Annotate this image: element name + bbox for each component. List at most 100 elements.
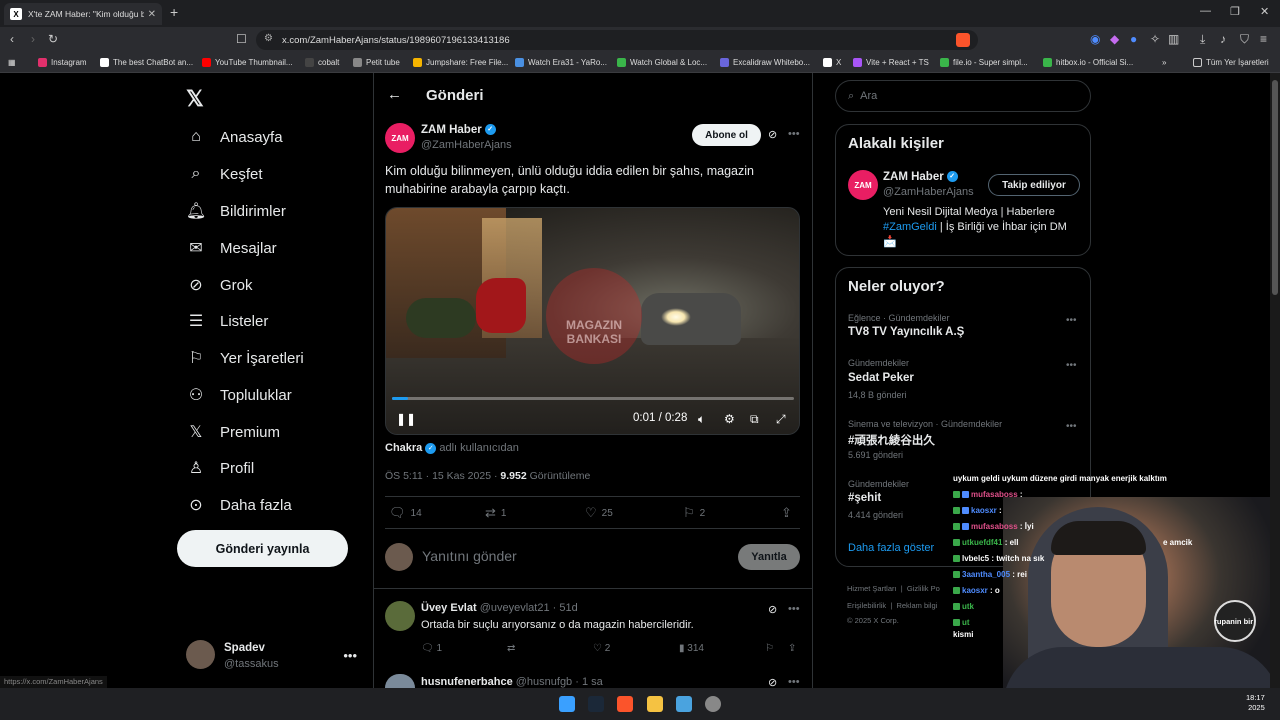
site-settings-icon[interactable]: ⚙ — [264, 33, 273, 44]
footer-link[interactable]: Gizlilik Po — [907, 584, 940, 593]
search-input[interactable]: ⌕ Ara — [835, 80, 1091, 112]
comment-author[interactable]: husnufenerbahce @husnufgb · 1 sa — [421, 676, 603, 688]
post-button[interactable]: Gönderi yayınla — [177, 530, 348, 567]
bookmark-item[interactable]: hitbox.io - Official Si... — [1043, 58, 1133, 67]
trend-title[interactable]: Sedat Peker — [848, 372, 914, 384]
bookmark-item[interactable]: Jumpshare: Free File... — [413, 58, 508, 67]
file-explorer-icon[interactable] — [647, 696, 663, 712]
reply-action[interactable]: 🗨︎ 14 — [389, 505, 422, 521]
nav-item-communities[interactable]: ⚇ Topluluklar — [186, 385, 292, 405]
nav-item-profile[interactable]: ♙ Profil — [186, 458, 254, 478]
all-bookmarks-folder[interactable]: Tüm Yer İşaretleri — [1193, 58, 1269, 67]
tab-close-icon[interactable]: ✕ — [148, 9, 156, 20]
trend-title[interactable]: TV8 TV Yayıncılık A.Ş — [848, 326, 964, 338]
extension-icon[interactable]: ◉ — [1090, 32, 1100, 46]
comment-avatar[interactable] — [385, 601, 415, 631]
bookmark-item[interactable]: The best ChatBot an... — [100, 58, 193, 67]
browser-tab[interactable]: X X'te ZAM Haber: "Kim olduğu bi ✕ — [4, 3, 162, 25]
footer-link[interactable]: Reklam bilgi — [896, 601, 937, 610]
like-action[interactable]: ♡ 2 — [593, 643, 610, 654]
brave-browser-icon[interactable] — [617, 696, 633, 712]
related-avatar[interactable]: ZAM — [848, 170, 878, 200]
footer-link[interactable]: Erişilebilirlik — [847, 601, 886, 610]
footer-link[interactable]: Hizmet Şartları — [847, 584, 897, 593]
repost-action[interactable]: ⇄ 1 — [485, 505, 506, 521]
nav-item-explore[interactable]: ⌕ Keşfet — [186, 164, 263, 184]
views-action[interactable]: ▮ 314 — [679, 643, 704, 654]
bookmark-page-icon[interactable]: ☐ — [236, 32, 247, 46]
more-dots-icon[interactable]: ••• — [788, 603, 800, 615]
bookmark-action[interactable]: ⚐ — [765, 643, 774, 654]
author-name[interactable]: ZAM Haber ✓ — [421, 124, 496, 136]
grok-icon[interactable]: ⊘ — [768, 128, 777, 141]
volume-icon[interactable]: 🔈︎ — [698, 412, 705, 427]
extensions-puzzle-icon[interactable]: ✧ — [1150, 32, 1160, 46]
apps-grid-icon[interactable]: ▦ — [8, 58, 16, 67]
like-action[interactable]: ♡ 25 — [585, 505, 613, 521]
more-dots-icon[interactable]: ••• — [343, 648, 357, 663]
address-bar[interactable]: ⚙ x.com/ZamHaberAjans/status/19896071961… — [256, 30, 978, 50]
nav-item-home[interactable]: ⌂ Anasayfa — [186, 127, 282, 147]
reply-action[interactable]: 🗨︎ 1 — [421, 643, 442, 654]
bookmark-action[interactable]: ⚐ 2 — [683, 505, 705, 521]
maximize-icon[interactable]: ❐ — [1230, 5, 1240, 18]
bookmark-item[interactable]: X — [823, 58, 841, 67]
reload-icon[interactable]: ↻ — [48, 32, 58, 46]
post-timestamp[interactable]: ÖS 5:11 · 15 Kas 2025 · — [385, 470, 497, 482]
bookmark-item[interactable]: Excalidraw Whitebo... — [720, 58, 810, 67]
more-dots-icon[interactable]: ••• — [788, 128, 800, 140]
video-progress-bar[interactable] — [392, 397, 794, 400]
obs-icon[interactable] — [705, 696, 721, 712]
window-close-icon[interactable]: ✕ — [1260, 5, 1269, 18]
nav-item-bookmarks[interactable]: ⚐ Yer İşaretleri — [186, 348, 304, 368]
app-icon[interactable] — [676, 696, 692, 712]
bio-hashtag[interactable]: #ZamGeldi — [883, 221, 937, 233]
grok-icon[interactable]: ⊘ — [768, 603, 777, 616]
reply-input[interactable]: Yanıtını gönder — [422, 548, 517, 564]
trend-title[interactable]: #şehit — [848, 492, 881, 504]
bookmark-item[interactable]: Watch Global & Loc... — [617, 58, 707, 67]
bookmark-item[interactable]: Petit tube — [353, 58, 400, 67]
account-switcher[interactable]: Spadev @tassakus ••• — [186, 640, 361, 674]
nav-item-grok[interactable]: ⊘ Grok — [186, 275, 252, 295]
x-logo-icon[interactable]: 𝕏 — [186, 86, 204, 112]
sidebar-toggle-icon[interactable]: ▥ — [1168, 32, 1179, 46]
minimize-icon[interactable]: — — [1200, 5, 1211, 17]
repost-action[interactable]: ⇄ — [507, 643, 515, 654]
source-user[interactable]: Chakra — [385, 442, 422, 454]
fullscreen-icon[interactable]: ⤢ — [776, 412, 786, 427]
new-tab-icon[interactable]: + — [170, 4, 178, 20]
share-action[interactable]: ⇪ — [781, 505, 797, 521]
trend-title[interactable]: #頑張れ綾谷出久 — [848, 432, 935, 448]
author-avatar[interactable]: ZAM — [385, 123, 415, 153]
related-handle[interactable]: @ZamHaberAjans — [883, 186, 974, 198]
related-name[interactable]: ZAM Haber ✓ — [883, 171, 958, 183]
media-icon[interactable]: ♪ — [1220, 32, 1226, 46]
extension-icon[interactable]: ● — [1130, 32, 1137, 46]
forward-icon[interactable]: › — [31, 32, 35, 46]
more-dots-icon[interactable]: ••• — [1066, 360, 1077, 371]
bookmark-item[interactable]: Vite + React + TS — [853, 58, 929, 67]
windows-start-icon[interactable] — [559, 696, 575, 712]
bookmarks-overflow-icon[interactable]: » — [1162, 58, 1166, 67]
share-action[interactable]: ⇪ — [788, 643, 796, 654]
more-dots-icon[interactable]: ••• — [1066, 315, 1077, 326]
back-arrow-icon[interactable]: ← — [387, 86, 402, 103]
menu-icon[interactable]: ≡ — [1260, 32, 1267, 46]
bookmark-item[interactable]: YouTube Thumbnail... — [202, 58, 293, 67]
bookmark-item[interactable]: Instagram — [38, 58, 87, 67]
comment-author[interactable]: Üvey Evlat @uveyevlat21 · 51d — [421, 602, 578, 614]
show-more-link[interactable]: Daha fazla göster — [848, 542, 934, 554]
scrollbar-thumb[interactable] — [1272, 80, 1278, 295]
more-dots-icon[interactable]: ••• — [788, 676, 800, 688]
more-dots-icon[interactable]: ••• — [1066, 421, 1077, 432]
video-player[interactable]: MAGAZIN BANKASI ❚❚ 0:01 / 0:28 🔈︎ ⚙ ⧉ ⤢ — [385, 207, 800, 435]
pause-icon[interactable]: ❚❚ — [396, 412, 416, 426]
bookmark-item[interactable]: Watch Era31 - YaRo... — [515, 58, 607, 67]
vpn-shield-icon[interactable]: ⛉ — [1240, 32, 1249, 47]
nav-item-premium[interactable]: 𝕏 Premium — [186, 422, 280, 442]
brave-shield-icon[interactable] — [956, 33, 970, 47]
back-icon[interactable]: ‹ — [10, 32, 14, 46]
nav-item-notifications[interactable]: 🔔︎ Bildirimler — [186, 201, 286, 221]
reply-button[interactable]: Yanıtla — [738, 544, 800, 570]
